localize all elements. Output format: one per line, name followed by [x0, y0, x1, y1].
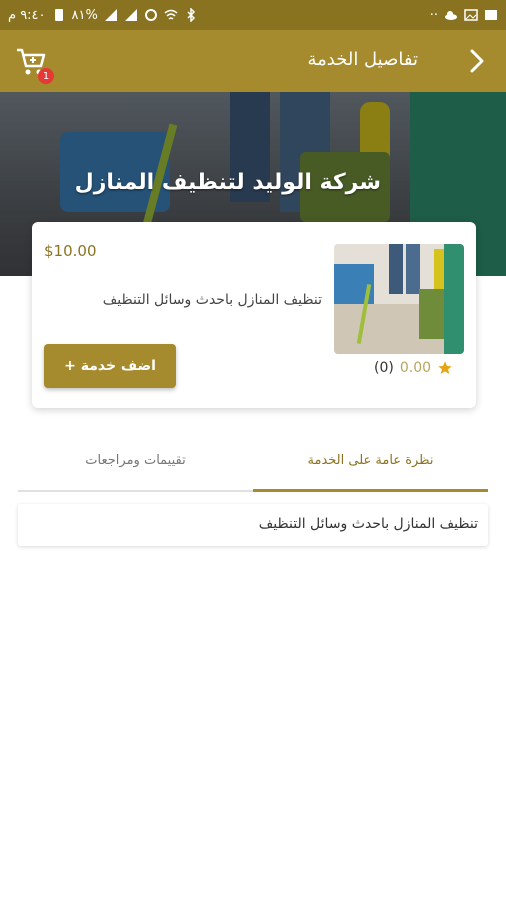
rating-count: (0)	[374, 360, 394, 376]
service-photo	[334, 244, 464, 354]
company-name: شركة الوليد لتنظيف المنازل	[74, 170, 381, 195]
alarm-icon	[144, 9, 157, 21]
status-right: ··	[430, 8, 498, 23]
status-bar: ٩:٤٠ م ٨١% ··	[0, 0, 506, 30]
dots-icon: ··	[429, 7, 438, 23]
image-icon	[464, 9, 478, 21]
tab-indicator	[253, 489, 488, 492]
overview-text: تنظيف المنازل باحدث وسائل التنظيف	[258, 516, 478, 532]
cloud-icon	[445, 11, 457, 20]
signal-icon	[104, 9, 117, 21]
signal-icon-2	[124, 9, 137, 21]
wifi-icon	[164, 9, 178, 20]
battery-icon	[54, 9, 63, 21]
status-time: ٩:٤٠ م	[8, 7, 46, 23]
service-image	[334, 244, 464, 354]
service-card: $10.00 تنظيف المنازل باحدث وسائل التنظيف…	[32, 222, 476, 408]
rating-value: 0.00	[399, 360, 432, 376]
tab-bar: نظرة عامة على الخدمة تقييمات ومراجعات	[18, 430, 488, 492]
tab-reviews[interactable]: تقييمات ومراجعات	[18, 430, 253, 490]
service-description: تنظيف المنازل باحدث وسائل التنظيف	[102, 292, 322, 308]
overview-panel: تنظيف المنازل باحدث وسائل التنظيف	[18, 504, 488, 546]
status-left: ٩:٤٠ م ٨١%	[8, 8, 198, 23]
gallery-icon	[485, 10, 497, 20]
service-price: $10.00	[44, 242, 97, 260]
chevron-right-icon[interactable]	[462, 46, 492, 76]
service-rating: (0) 0.00	[374, 360, 453, 376]
app-bar: تفاصيل الخدمة 1	[0, 30, 506, 92]
star-icon	[438, 361, 452, 374]
cart-badge: 1	[38, 68, 54, 84]
status-battery: ٨١%	[71, 7, 98, 23]
bluetooth-icon	[187, 8, 195, 22]
page-title: تفاصيل الخدمة	[307, 49, 418, 70]
tab-overview[interactable]: نظرة عامة على الخدمة	[253, 430, 488, 490]
add-service-button[interactable]: اضف خدمة +	[44, 344, 176, 388]
